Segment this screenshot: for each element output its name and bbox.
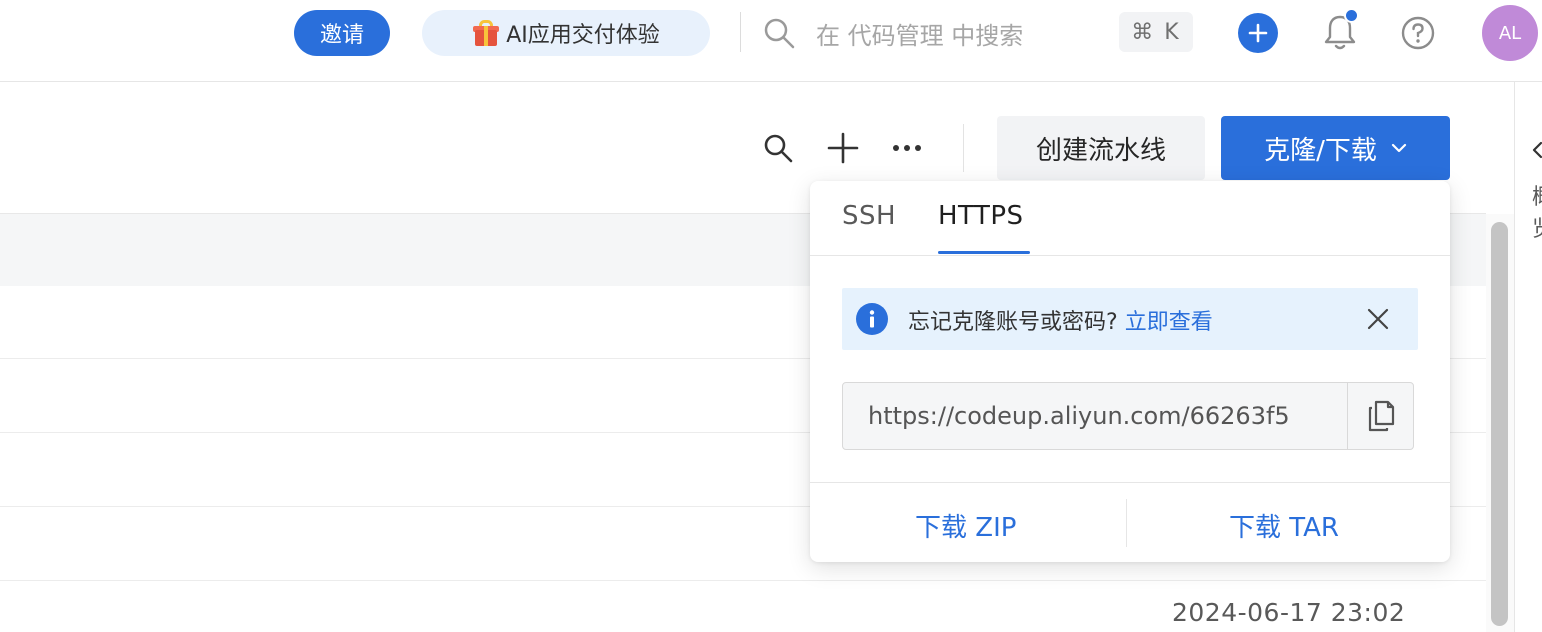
help-icon [1401,16,1435,50]
ai-promo-label: AI应用交付体验 [506,23,660,48]
side-panel [1514,82,1542,632]
global-search[interactable]: 在 代码管理 中搜索 [762,10,1102,56]
top-header: 邀请 AI应用交付体验 在 代码管理 中搜索 ⌘ K AL [0,0,1542,82]
scrollbar-thumb[interactable] [1491,222,1508,626]
tab-ssh[interactable]: SSH [842,201,896,231]
info-icon [856,303,888,335]
side-panel-label: 概览 [1532,182,1542,282]
invite-button[interactable]: 邀请 [294,10,390,56]
table-row-divider [0,580,1486,581]
download-divider [810,482,1450,483]
download-split-divider [1126,499,1127,547]
add-button[interactable] [823,128,863,168]
active-tab-indicator [938,251,1030,254]
gift-icon [472,19,500,47]
plus-icon [827,132,859,164]
more-actions-button[interactable] [887,128,927,168]
clone-protocol-tabs: SSH HTTPS [810,181,1450,256]
clone-url-input[interactable] [843,383,1347,449]
alert-message: 忘记克隆账号或密码? 立即查看 [908,304,1213,336]
close-icon [1367,308,1389,330]
header-divider [740,12,741,52]
alert-close-button[interactable] [1362,303,1394,335]
clone-download-label: 克隆/下载 [1264,135,1377,166]
plus-icon [1248,23,1268,43]
chevron-left-icon [1532,141,1542,159]
notification-dot [1344,8,1359,23]
ai-promo-button[interactable]: AI应用交付体验 [422,10,710,56]
clone-download-button[interactable]: 克隆/下载 [1221,116,1450,180]
user-avatar[interactable]: AL [1482,5,1538,61]
search-icon [764,134,793,163]
credential-alert: 忘记克隆账号或密码? 立即查看 [842,288,1418,350]
clone-dropdown: SSH HTTPS 忘记克隆账号或密码? 立即查看 https://codeup… [810,181,1450,562]
search-shortcut-badge: ⌘ K [1119,12,1193,52]
view-credentials-link[interactable]: 立即查看 [1125,310,1213,335]
alert-text: 忘记克隆账号或密码? [908,310,1118,335]
copy-url-button[interactable] [1347,383,1413,449]
create-pipeline-button[interactable]: 创建流水线 [997,116,1205,180]
repo-search-button[interactable] [758,128,798,168]
chevron-down-icon [1391,143,1406,153]
more-icon [893,145,921,151]
commit-date: 2024-06-17 23:02 [1172,598,1406,627]
search-placeholder: 在 代码管理 中搜索 [816,21,1024,50]
clone-url-field [842,382,1414,450]
search-icon [764,18,795,49]
toolbar-divider [963,124,964,172]
help-button[interactable] [1398,13,1438,53]
copy-icon [1368,400,1394,432]
create-new-button[interactable] [1238,13,1278,53]
side-panel-toggle[interactable] [1532,140,1542,160]
download-tar-link[interactable]: 下载 TAR [1229,507,1339,544]
tab-https[interactable]: HTTPS [938,201,1024,231]
download-zip-link[interactable]: 下载 ZIP [915,507,1016,544]
